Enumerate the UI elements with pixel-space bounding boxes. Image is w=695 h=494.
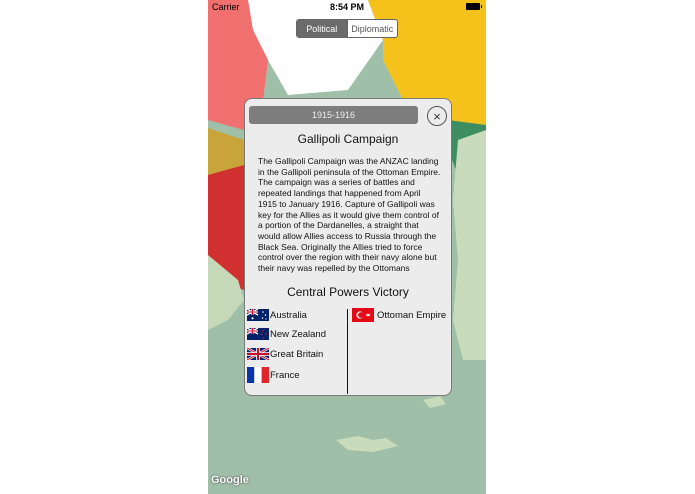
close-button[interactable]: × [427,106,447,126]
ally-name: France [270,369,300,381]
clock-time: 8:54 PM [329,2,364,12]
year-range-badge: 1915-1916 [249,106,418,124]
google-attribution-logo: Google [211,474,249,486]
ally-name: New Zealand [270,328,326,340]
ally-australia: Australia [247,309,307,321]
ally-great-britain: Great Britain [247,348,323,360]
land-light-green-east [453,130,486,360]
ally-name: Australia [270,309,307,321]
diplomatic-segment[interactable]: Diplomatic [346,20,398,37]
central-power-name: Ottoman Empire [377,309,447,321]
australia-flag-icon [247,309,269,321]
political-segment[interactable]: Political [297,20,347,37]
ally-france: France [247,367,300,383]
uk-flag-icon [247,348,269,360]
france-flag-icon [247,367,269,383]
close-icon: × [433,108,441,124]
event-title: Gallipoli Campaign [297,132,399,146]
battle-result: Central Powers Victory [245,285,451,299]
ally-new-zealand: New Zealand [247,328,326,340]
map-mode-segmented-control: Political Diplomatic [296,19,398,38]
sides-divider [347,309,348,394]
ally-name: Great Britain [270,348,324,360]
new-zealand-flag-icon [247,328,269,340]
event-detail-card: 1915-1916 × Gallipoli Campaign The Galli… [244,98,452,396]
phone-screen: Carrier 8:54 PM Political Diplomatic 191… [208,0,486,494]
ottoman-flag-icon [352,308,374,322]
central-power-ottoman-empire: Ottoman Empire [352,308,446,322]
event-description[interactable]: The Gallipoli Campaign was the ANZAC lan… [258,156,441,284]
status-bar: Carrier 8:54 PM [208,0,486,14]
battery-icon [466,3,482,10]
